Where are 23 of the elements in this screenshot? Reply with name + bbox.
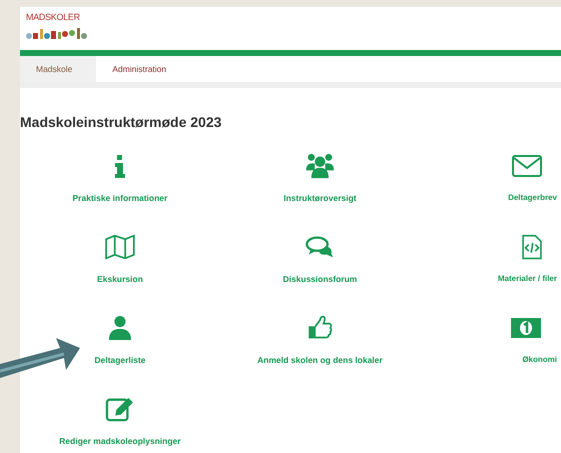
tile-link[interactable]: Instruktøroversigt bbox=[284, 192, 356, 205]
nav-tab[interactable]: Madskole bbox=[20, 56, 96, 82]
chat-icon bbox=[305, 234, 335, 260]
tile-link[interactable]: Anmeld skolen og dens lokaler bbox=[257, 354, 383, 367]
tile-link[interactable]: Diskussionsforum bbox=[282, 273, 358, 286]
code-file-icon bbox=[521, 234, 543, 260]
logo-text: MADSKOLER bbox=[26, 12, 81, 22]
tile-link[interactable]: Deltagerbrev bbox=[508, 192, 557, 204]
info-icon bbox=[114, 153, 126, 179]
edit-icon bbox=[105, 396, 135, 422]
tile-link[interactable]: Praktiske informationer bbox=[72, 192, 168, 205]
envelope-icon bbox=[511, 153, 543, 179]
thumbs-up-icon bbox=[307, 315, 333, 341]
money-icon bbox=[509, 315, 543, 341]
tile-link[interactable]: Rediger madskoleoplysninger bbox=[59, 435, 181, 448]
user-icon bbox=[108, 315, 132, 341]
tile-link[interactable]: Deltagerliste bbox=[94, 354, 146, 367]
people-icon bbox=[303, 153, 337, 179]
tile-link[interactable]: Ekskursion bbox=[97, 273, 143, 286]
tile-link[interactable]: Økonomi bbox=[522, 354, 557, 366]
page-heading: Madskoleinstruktørmøde 2023 bbox=[20, 113, 223, 132]
tile-link[interactable]: Materialer / filer bbox=[498, 273, 557, 285]
logo-drawing bbox=[26, 27, 88, 40]
